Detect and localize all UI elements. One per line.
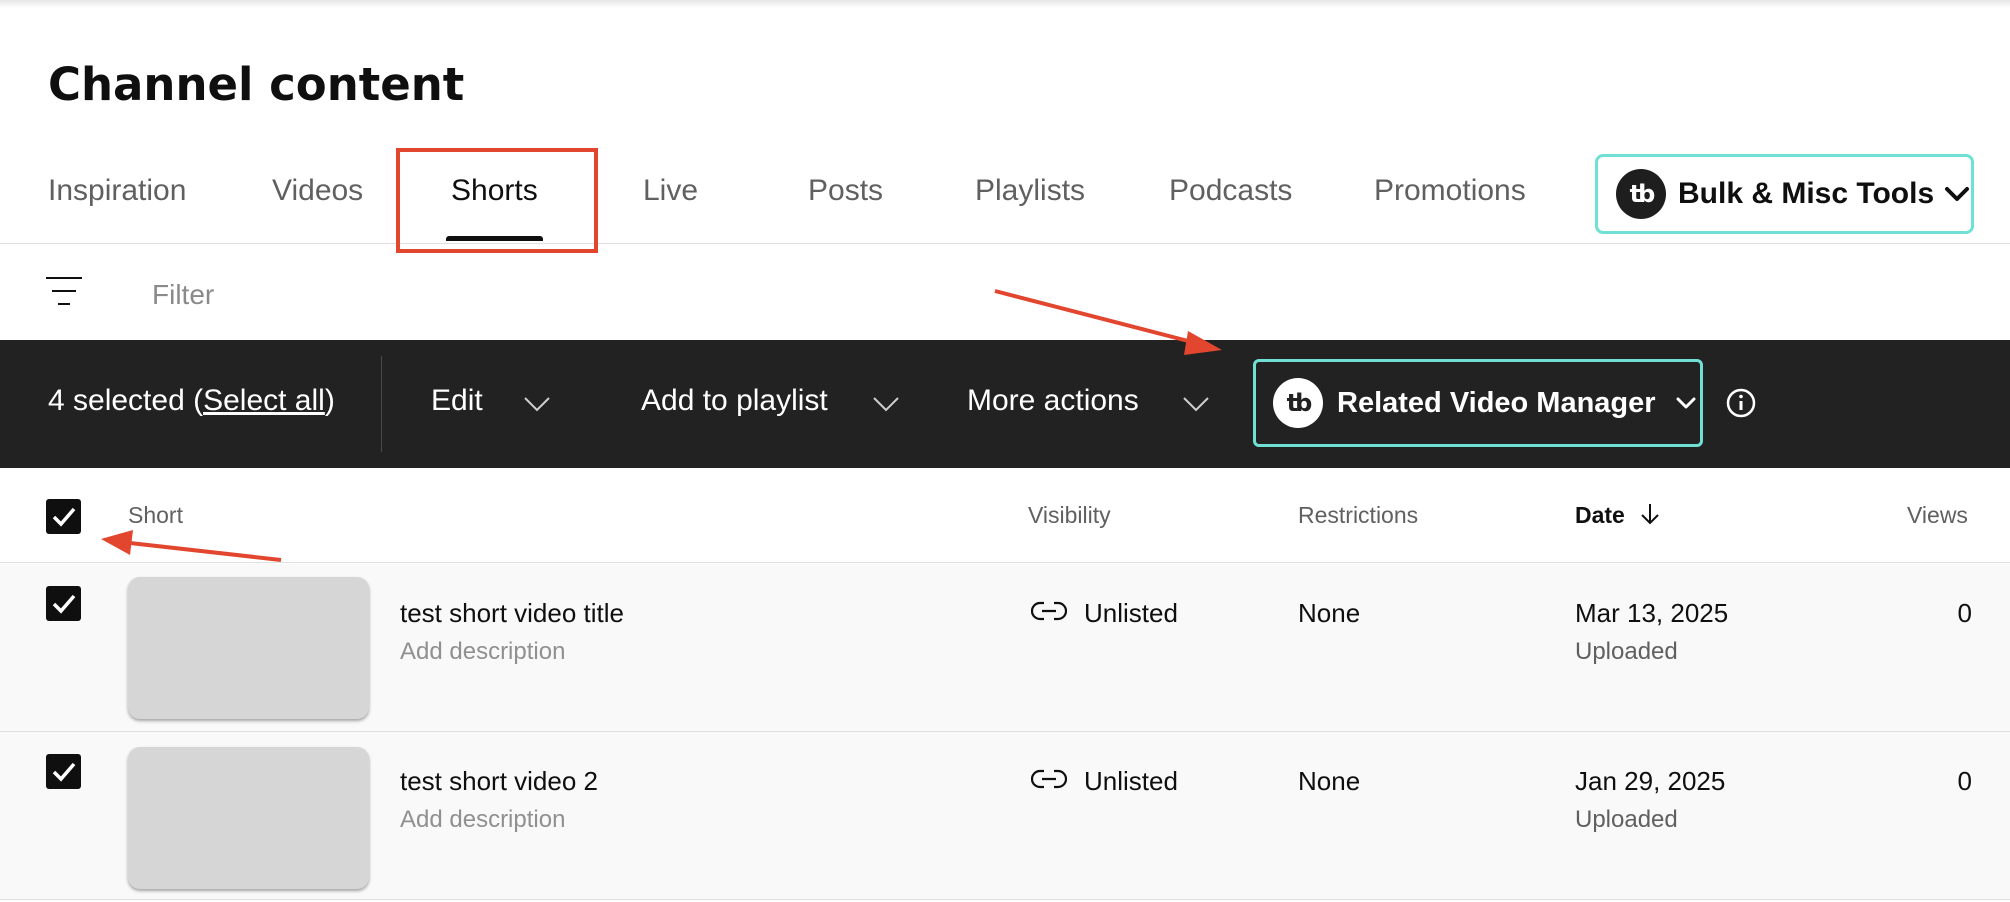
visibility-value[interactable]: Unlisted [1084, 598, 1178, 629]
add-to-playlist-dropdown[interactable]: Add to playlist [641, 384, 828, 418]
restrictions-value: None [1298, 766, 1361, 796]
column-header-views: Views [1907, 502, 1968, 528]
tubebuddy-logo: tb [1616, 169, 1666, 219]
related-video-manager-button[interactable]: tb Related Video Manager [1253, 359, 1703, 447]
date-value: Jan 29, 2025 [1575, 766, 1726, 796]
related-video-manager-label: Related Video Manager [1337, 386, 1656, 419]
select-all-link[interactable]: Select all [203, 384, 325, 417]
top-shadow [0, 0, 2010, 8]
filter-icon[interactable] [46, 275, 82, 307]
shorts-tab-annotation-box [396, 148, 598, 253]
filter-row: Filter [0, 245, 2010, 340]
column-header-date[interactable]: Date [1575, 502, 1661, 529]
checkmark-icon [52, 507, 76, 527]
select-all-checkbox[interactable] [46, 499, 81, 534]
link-icon [1031, 601, 1067, 621]
page-title: Channel content [48, 58, 465, 111]
video-description[interactable]: Add description [400, 638, 565, 666]
views-value: 0 [1957, 598, 1972, 628]
chevron-down-icon [873, 397, 899, 412]
date-status: Uploaded [1575, 806, 1678, 833]
checkmark-icon [52, 594, 76, 614]
chevron-down-icon [1676, 397, 1696, 409]
chevron-down-icon [1945, 187, 1970, 201]
column-header-short: Short [128, 502, 183, 528]
table-header: Short Visibility Restrictions Date Views [0, 468, 2010, 563]
table-row[interactable]: test short video title Add description U… [0, 564, 2010, 732]
tab-podcasts[interactable]: Podcasts [1169, 174, 1292, 208]
tab-videos[interactable]: Videos [272, 174, 363, 208]
video-title[interactable]: test short video title [400, 598, 624, 629]
sort-down-arrow-icon [1641, 504, 1659, 525]
row-checkbox[interactable] [46, 754, 81, 789]
date-status: Uploaded [1575, 638, 1678, 665]
column-header-restrictions: Restrictions [1298, 502, 1419, 528]
selected-count: 4 selected (Select all) [48, 384, 335, 417]
filter-input[interactable]: Filter [152, 279, 214, 311]
bulk-misc-tools-button[interactable]: tb Bulk & Misc Tools [1595, 154, 1974, 234]
tab-promotions[interactable]: Promotions [1374, 174, 1526, 208]
table-row[interactable]: test short video 2 Add description Unlis… [0, 732, 2010, 900]
video-thumbnail[interactable] [128, 577, 369, 719]
tab-playlists[interactable]: Playlists [975, 174, 1085, 208]
video-thumbnail[interactable] [128, 747, 369, 889]
video-title[interactable]: test short video 2 [400, 766, 598, 797]
bulk-action-bar: 4 selected (Select all) Edit Add to play… [0, 340, 2010, 468]
date-value: Mar 13, 2025 [1575, 598, 1729, 628]
link-icon [1031, 769, 1067, 789]
column-header-visibility: Visibility [1028, 502, 1111, 528]
tab-live[interactable]: Live [643, 174, 698, 208]
chevron-down-icon [1183, 397, 1209, 412]
more-actions-dropdown[interactable]: More actions [967, 384, 1139, 418]
tab-inspiration[interactable]: Inspiration [48, 174, 186, 208]
chevron-down-icon [524, 397, 550, 412]
tab-posts[interactable]: Posts [808, 174, 883, 208]
bulk-misc-tools-label: Bulk & Misc Tools [1678, 177, 1935, 210]
checkmark-icon [52, 762, 76, 782]
edit-dropdown[interactable]: Edit [431, 384, 483, 418]
video-description[interactable]: Add description [400, 806, 565, 834]
info-icon[interactable] [1725, 387, 1757, 419]
restrictions-value: None [1298, 598, 1361, 628]
tubebuddy-logo: tb [1273, 378, 1323, 428]
visibility-value[interactable]: Unlisted [1084, 766, 1178, 797]
row-checkbox[interactable] [46, 586, 81, 621]
action-bar-divider [381, 356, 382, 452]
views-value: 0 [1957, 766, 1972, 796]
